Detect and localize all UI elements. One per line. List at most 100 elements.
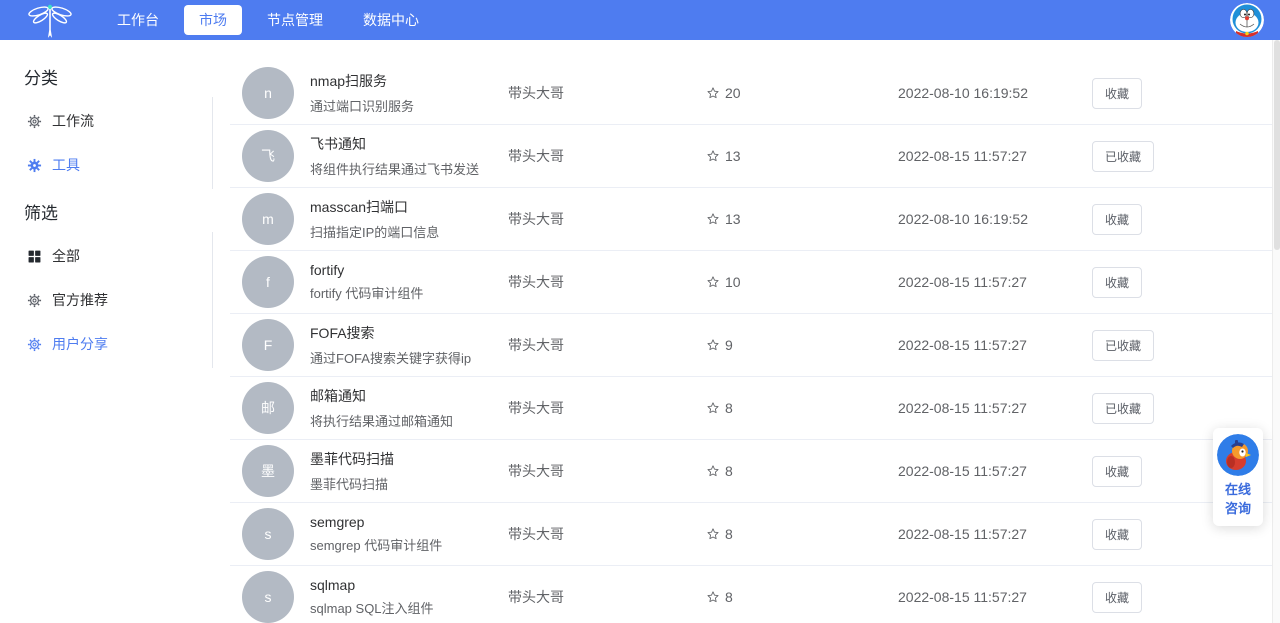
item-action: 收藏 [1092, 78, 1142, 109]
list-item[interactable]: F FOFA搜索 通过FOFA搜索关键字获得ip 带头大哥 9 2022-08-… [230, 314, 1280, 377]
star-icon [706, 338, 720, 352]
sidebar-item-all[interactable]: 全部 [24, 234, 212, 278]
user-avatar[interactable] [1230, 3, 1264, 37]
list-item[interactable]: f fortify fortify 代码审计组件 带头大哥 10 2022-08… [230, 251, 1280, 314]
scrollbar-thumb[interactable] [1274, 40, 1280, 250]
collect-button[interactable]: 收藏 [1092, 582, 1142, 613]
star-count: 13 [725, 148, 741, 164]
item-author: 带头大哥 [508, 587, 706, 607]
sidebar-item-tools[interactable]: 工具 [24, 143, 212, 187]
item-star-count: 10 [706, 274, 898, 290]
item-titles: 邮箱通知 将执行结果通过邮箱通知 [310, 386, 508, 430]
item-avatar: s [242, 508, 294, 560]
star-count: 8 [725, 589, 733, 605]
collect-button[interactable]: 收藏 [1092, 78, 1142, 109]
sidebar-item-workflow[interactable]: 工作流 [24, 99, 212, 143]
item-timestamp: 2022-08-10 16:19:52 [898, 211, 1092, 227]
nav-tab[interactable]: 数据中心 [348, 5, 434, 35]
star-icon [706, 527, 720, 541]
support-label-line1: 在线 [1216, 480, 1260, 499]
item-author: 带头大哥 [508, 398, 706, 418]
star-count: 9 [725, 337, 733, 353]
item-star-count: 8 [706, 463, 898, 479]
item-title: semgrep [310, 514, 508, 530]
item-title: FOFA搜索 [310, 323, 508, 343]
star-icon [706, 590, 720, 604]
grid-icon [26, 248, 42, 264]
item-avatar: m [242, 193, 294, 245]
item-titles: nmap扫服务 通过端口识别服务 [310, 71, 508, 115]
item-avatar: s [242, 571, 294, 623]
item-star-count: 9 [706, 337, 898, 353]
star-icon [706, 275, 720, 289]
item-title: 飞书通知 [310, 134, 508, 154]
gear-icon [26, 336, 42, 352]
collect-button[interactable]: 收藏 [1092, 456, 1142, 487]
collect-button[interactable]: 收藏 [1092, 204, 1142, 235]
star-icon [706, 86, 720, 100]
collect-button[interactable]: 收藏 [1092, 519, 1142, 550]
item-author: 带头大哥 [508, 209, 706, 229]
item-action: 收藏 [1092, 456, 1142, 487]
item-author: 带头大哥 [508, 83, 706, 103]
online-support-widget[interactable]: 在线 咨询 [1213, 428, 1263, 526]
sidebar-group-category: 工作流 工具 [24, 97, 213, 189]
list-item[interactable]: 飞 飞书通知 将组件执行结果通过飞书发送 带头大哥 13 2022-08-15 … [230, 125, 1280, 188]
collect-button[interactable]: 已收藏 [1092, 141, 1154, 172]
item-action: 已收藏 [1092, 393, 1154, 424]
item-titles: 飞书通知 将组件执行结果通过飞书发送 [310, 134, 508, 178]
list-item[interactable]: m masscan扫端口 扫描指定IP的端口信息 带头大哥 13 2022-08… [230, 188, 1280, 251]
item-author: 带头大哥 [508, 524, 706, 544]
item-action: 已收藏 [1092, 141, 1154, 172]
item-action: 收藏 [1092, 267, 1142, 298]
nav-tab[interactable]: 工作台 [102, 5, 174, 35]
item-star-count: 8 [706, 589, 898, 605]
item-avatar: F [242, 319, 294, 371]
item-avatar: n [242, 67, 294, 119]
collect-button[interactable]: 收藏 [1092, 267, 1142, 298]
item-avatar: 墨 [242, 445, 294, 497]
nav-tab[interactable]: 节点管理 [252, 5, 338, 35]
list-item[interactable]: s sqlmap sqlmap SQL注入组件 带头大哥 8 2022-08-1… [230, 566, 1280, 623]
gear-icon [26, 292, 42, 308]
item-title: 邮箱通知 [310, 386, 508, 406]
star-icon [706, 212, 720, 226]
vertical-scrollbar[interactable] [1272, 40, 1280, 623]
star-count: 8 [725, 463, 733, 479]
item-timestamp: 2022-08-15 11:57:27 [898, 589, 1092, 605]
item-author: 带头大哥 [508, 146, 706, 166]
collect-button[interactable]: 已收藏 [1092, 330, 1154, 361]
item-star-count: 8 [706, 526, 898, 542]
star-count: 8 [725, 526, 733, 542]
item-action: 收藏 [1092, 204, 1142, 235]
dragonfly-logo-icon [24, 2, 76, 38]
sidebar-item-user-shared[interactable]: 用户分享 [24, 322, 212, 366]
item-timestamp: 2022-08-15 11:57:27 [898, 526, 1092, 542]
list-item[interactable]: 邮 邮箱通知 将执行结果通过邮箱通知 带头大哥 8 2022-08-15 11:… [230, 377, 1280, 440]
item-timestamp: 2022-08-10 16:19:52 [898, 85, 1092, 101]
item-title: fortify [310, 262, 508, 278]
item-subtitle: 通过FOFA搜索关键字获得ip [310, 348, 508, 367]
market-list: n nmap扫服务 通过端口识别服务 带头大哥 20 2022-08-10 16… [230, 40, 1280, 623]
item-subtitle: 扫描指定IP的端口信息 [310, 222, 508, 241]
item-author: 带头大哥 [508, 461, 706, 481]
list-item[interactable]: s semgrep semgrep 代码审计组件 带头大哥 8 2022-08-… [230, 503, 1280, 566]
star-count: 13 [725, 211, 741, 227]
item-subtitle: sqlmap SQL注入组件 [310, 598, 508, 617]
sidebar: 分类 工作流 [0, 40, 230, 623]
gear-icon [26, 113, 42, 129]
star-count: 10 [725, 274, 741, 290]
sidebar-item-label: 全部 [52, 246, 80, 266]
nav-tab[interactable]: 市场 [184, 5, 242, 35]
item-title: sqlmap [310, 577, 508, 593]
item-titles: semgrep semgrep 代码审计组件 [310, 514, 508, 554]
sidebar-item-official[interactable]: 官方推荐 [24, 278, 212, 322]
item-timestamp: 2022-08-15 11:57:27 [898, 463, 1092, 479]
support-label-line2: 咨询 [1216, 499, 1260, 518]
sidebar-group-filter: 全部 官方推荐 [24, 232, 213, 368]
list-item[interactable]: 墨 墨菲代码扫描 墨菲代码扫描 带头大哥 8 2022-08-15 11:57:… [230, 440, 1280, 503]
collect-button[interactable]: 已收藏 [1092, 393, 1154, 424]
gear-filled-icon [26, 157, 42, 173]
item-author: 带头大哥 [508, 272, 706, 292]
list-item[interactable]: n nmap扫服务 通过端口识别服务 带头大哥 20 2022-08-10 16… [230, 62, 1280, 125]
